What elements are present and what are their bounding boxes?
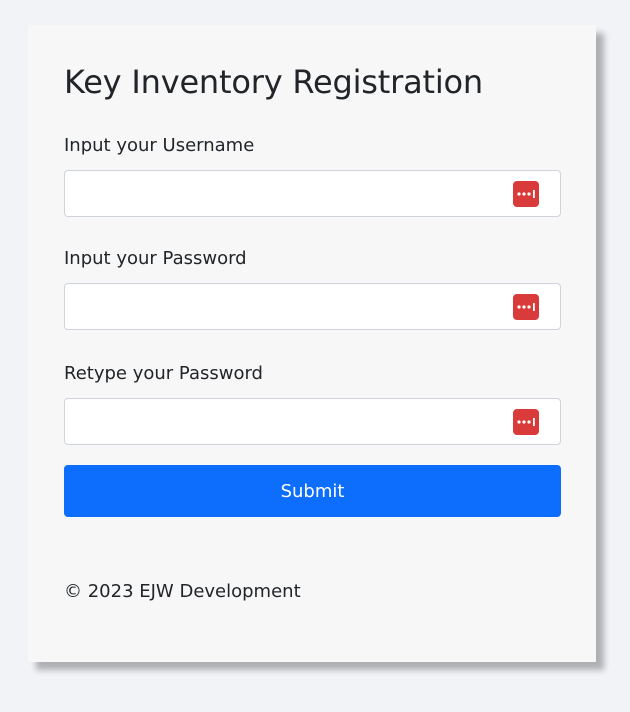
submit-button[interactable]: Submit <box>64 465 561 517</box>
registration-card: Key Inventory Registration Input your Us… <box>28 25 596 662</box>
copyright-footer: © 2023 EJW Development <box>64 581 301 602</box>
password-manager-icon[interactable] <box>513 409 539 435</box>
retype-password-label: Retype your Password <box>64 363 263 384</box>
username-field-wrapper <box>64 170 561 217</box>
password-manager-icon[interactable] <box>513 294 539 320</box>
password-manager-icon[interactable] <box>513 181 539 207</box>
retype-password-input[interactable] <box>65 399 509 444</box>
password-field-wrapper <box>64 283 561 330</box>
username-input[interactable] <box>65 171 509 216</box>
username-label: Input your Username <box>64 135 255 156</box>
password-label: Input your Password <box>64 248 247 269</box>
password-input[interactable] <box>65 284 509 329</box>
page-title: Key Inventory Registration <box>64 63 483 101</box>
retype-password-field-wrapper <box>64 398 561 445</box>
